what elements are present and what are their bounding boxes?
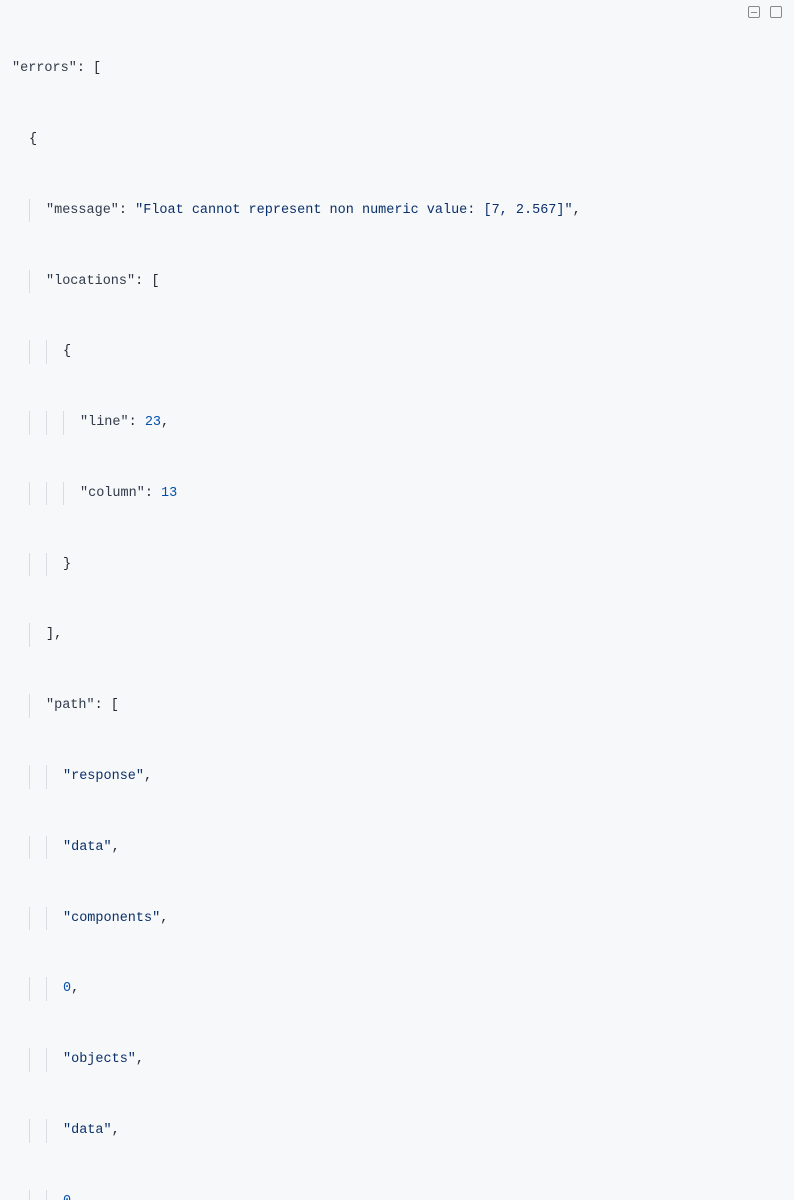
json-key: "message" [46,203,119,218]
json-string: "Float cannot represent non numeric valu… [135,203,572,218]
json-brace: { [63,344,71,359]
json-line: "errors": [ [12,57,782,81]
json-line: "objects", [12,1048,782,1072]
json-line: "components", [12,907,782,931]
json-string: "components" [63,911,160,926]
json-number: 0 [63,981,71,996]
json-key: "path" [46,698,95,713]
json-line: "locations": [ [12,270,782,294]
json-brace: } [63,557,71,572]
json-line: "response", [12,765,782,789]
json-line: { [12,128,782,152]
json-line: "column": 13 [12,482,782,506]
json-key: "column" [80,486,145,501]
json-line: "data", [12,836,782,860]
json-line: "path": [ [12,694,782,718]
json-key: "locations" [46,274,135,289]
json-number: 0 [63,1194,71,1200]
json-brace: { [29,132,37,147]
json-number: 23 [145,415,161,430]
json-string: "data" [63,1123,112,1138]
json-bracket: ], [46,627,62,642]
json-line: "line": 23, [12,411,782,435]
json-string: "objects" [63,1052,136,1067]
json-line: } [12,553,782,577]
json-number: 13 [161,486,177,501]
json-line: 0, [12,1190,782,1200]
collapse-icon[interactable] [748,6,760,18]
json-line: "data", [12,1119,782,1143]
json-line: "message": "Float cannot represent non n… [12,199,782,223]
json-viewer: "errors": [ { "message": "Float cannot r… [12,10,782,1200]
json-key: "errors" [12,61,77,76]
json-key: "line" [80,415,129,430]
expand-icon[interactable] [770,6,782,18]
json-string: "data" [63,840,112,855]
json-punc: : [ [77,61,101,76]
json-string: "response" [63,769,144,784]
json-line: 0, [12,977,782,1001]
json-line: ], [12,623,782,647]
json-line: { [12,340,782,364]
